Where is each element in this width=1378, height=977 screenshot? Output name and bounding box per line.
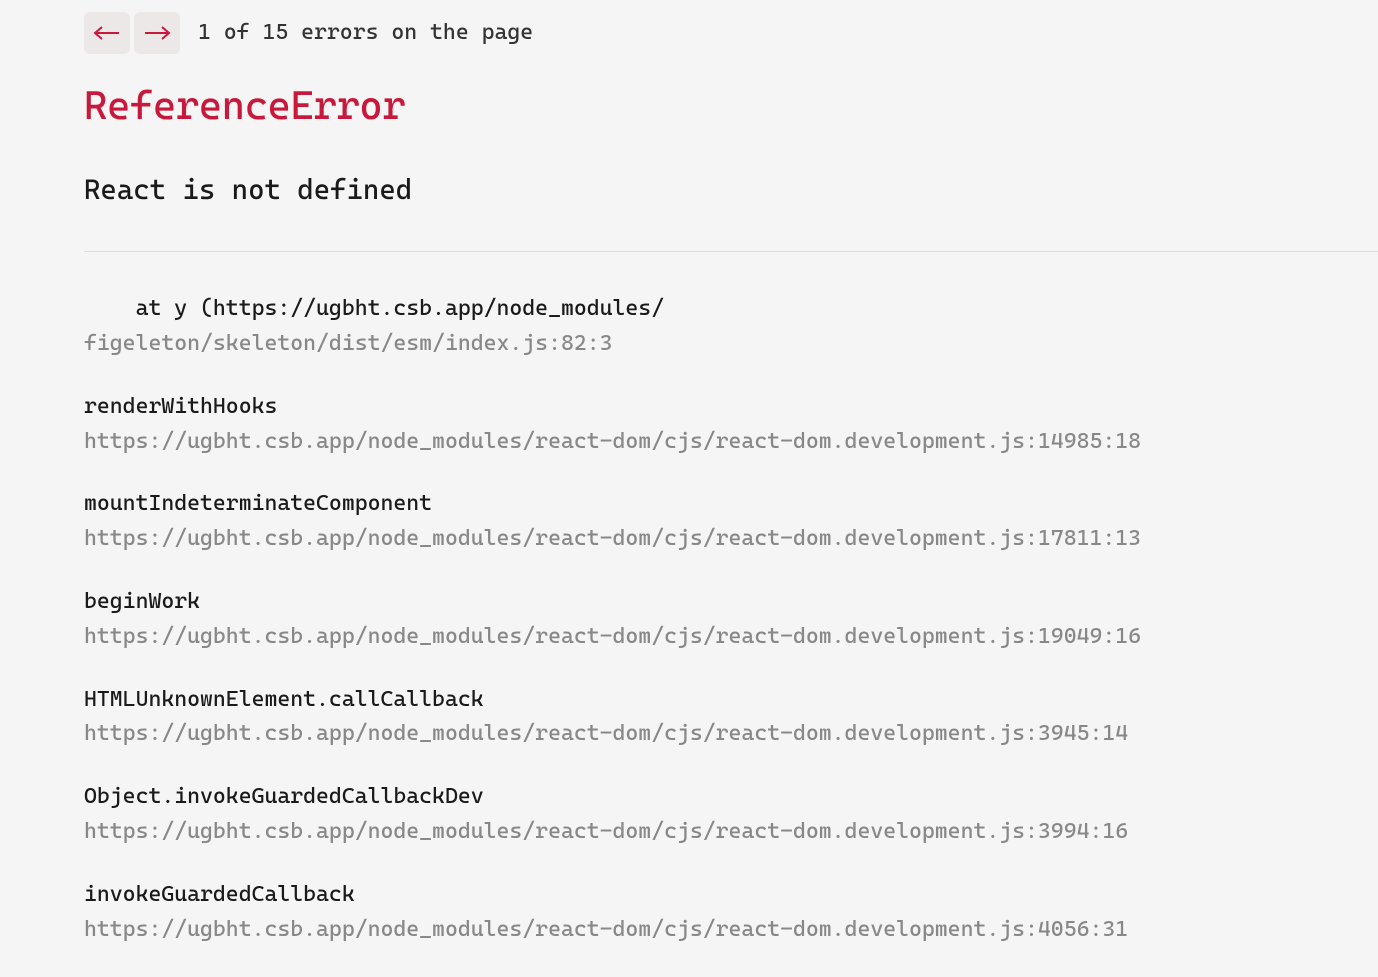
arrow-left-icon [93, 25, 121, 41]
stack-frame-location: https://ugbht.csb.app/node_modules/react… [84, 524, 1378, 555]
error-counter: 1 of 15 errors on the page [198, 18, 533, 49]
stack-frames: renderWithHooks https://ugbht.csb.app/nod… [84, 392, 1378, 946]
stack-frame-location: https://ugbht.csb.app/node_modules/react… [84, 915, 1378, 946]
stack-frame: invokeGuardedCallback https://ugbht.csb.a… [84, 880, 1378, 946]
arrow-right-icon [143, 25, 171, 41]
error-message: React is not defined [84, 170, 1378, 209]
stack-frame: mountIndeterminateComponent https://ugbht… [84, 489, 1378, 555]
prev-error-button[interactable] [84, 12, 130, 54]
stack-frame-function: HTMLUnknownElement.callCallback [84, 685, 1378, 716]
error-nav-row: 1 of 15 errors on the page [84, 12, 1378, 54]
stack-frame-function: Object.invokeGuardedCallbackDev [84, 782, 1378, 813]
stack-frame: beginWork https://ugbht.csb.app/node_modu… [84, 587, 1378, 653]
stack-frame-function: renderWithHooks [84, 392, 1378, 423]
nav-buttons [84, 12, 180, 54]
stack-frame-function: beginWork [84, 587, 1378, 618]
stack-raw-line: at y (https://ugbht.csb.app/node_modules… [84, 294, 1378, 325]
stack-frame: HTMLUnknownElement.callCallbackhttps://u… [84, 685, 1378, 751]
stack-frame-function: invokeGuardedCallback [84, 880, 1378, 911]
stack-frame: renderWithHooks https://ugbht.csb.app/nod… [84, 392, 1378, 458]
stack-frame-location: https://ugbht.csb.app/node_modules/react… [84, 427, 1378, 458]
error-type-heading: ReferenceError [84, 78, 1378, 134]
stack-frame-location: https://ugbht.csb.app/node_modules/react… [84, 719, 1378, 750]
divider [84, 251, 1378, 252]
stack-raw-location: figeleton/skeleton/dist/esm/index.js:82:… [84, 329, 1378, 360]
stack-frame-location: https://ugbht.csb.app/node_modules/react… [84, 817, 1378, 848]
stack-frame-location: https://ugbht.csb.app/node_modules/react… [84, 622, 1378, 653]
stack-frame: Object.invokeGuardedCallbackDev https://u… [84, 782, 1378, 848]
stack-frame-function: mountIndeterminateComponent [84, 489, 1378, 520]
next-error-button[interactable] [134, 12, 180, 54]
